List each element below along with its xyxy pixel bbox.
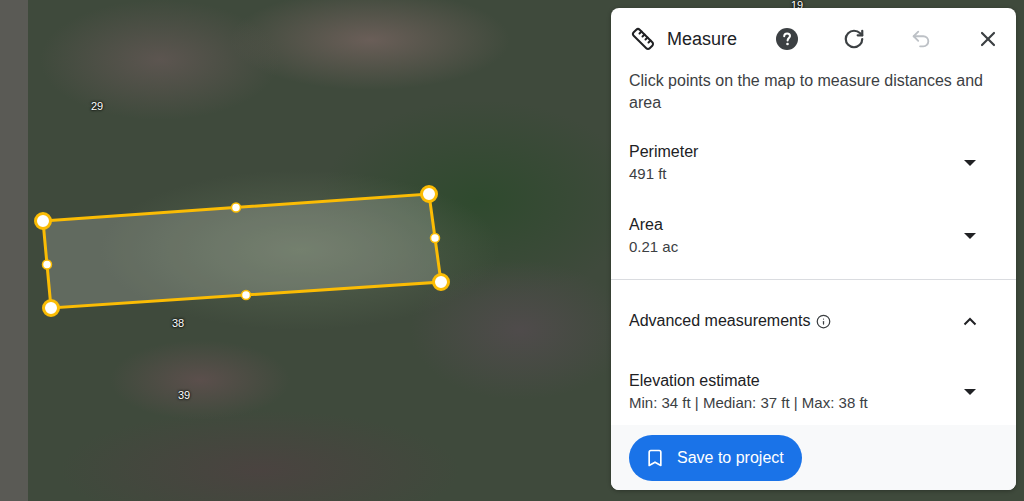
ruler-icon bbox=[631, 27, 655, 51]
metric-label: Elevation estimate bbox=[629, 370, 976, 392]
help-button[interactable] bbox=[767, 19, 807, 59]
chevron-up-icon bbox=[963, 317, 977, 326]
metric-value: 491 ft bbox=[629, 163, 976, 185]
vertex-handle[interactable] bbox=[422, 187, 437, 202]
expand-icon[interactable] bbox=[962, 228, 978, 244]
panel-footer: Save to project bbox=[611, 425, 1016, 490]
save-to-project-button[interactable]: Save to project bbox=[629, 435, 802, 481]
info-icon[interactable] bbox=[816, 314, 831, 329]
bookmark-icon bbox=[645, 448, 665, 468]
vertex-handle[interactable] bbox=[36, 214, 51, 229]
expand-icon[interactable] bbox=[962, 384, 978, 400]
house-number-label: 29 bbox=[89, 99, 105, 113]
metric-value: Min: 34 ft | Median: 37 ft | Max: 38 ft bbox=[629, 392, 976, 414]
undo-button[interactable] bbox=[901, 19, 941, 59]
caret-down-icon bbox=[964, 233, 976, 239]
house-number-label: 38 bbox=[170, 316, 186, 330]
advanced-measurements-row[interactable]: Advanced measurements bbox=[611, 280, 1016, 362]
panel-title: Measure bbox=[667, 27, 755, 51]
expand-icon[interactable] bbox=[962, 155, 978, 171]
undo-icon bbox=[910, 28, 932, 50]
midpoint-handle[interactable] bbox=[431, 234, 440, 243]
measured-area[interactable] bbox=[43, 194, 441, 308]
panel-header: Measure bbox=[611, 8, 1016, 70]
midpoint-handle[interactable] bbox=[43, 260, 52, 269]
close-button[interactable] bbox=[968, 19, 1008, 59]
help-icon bbox=[775, 27, 799, 51]
midpoint-handle[interactable] bbox=[242, 291, 251, 300]
collapse-icon[interactable] bbox=[962, 313, 978, 329]
refresh-button[interactable] bbox=[834, 19, 874, 59]
section-label: Advanced measurements bbox=[629, 310, 976, 332]
close-icon bbox=[976, 27, 1000, 51]
vertex-handle[interactable] bbox=[44, 301, 59, 316]
metric-row[interactable]: Perimeter491 ft bbox=[611, 126, 1016, 199]
divider bbox=[611, 279, 1016, 280]
metric-value: 0.21 ac bbox=[629, 236, 976, 258]
metric-label: Perimeter bbox=[629, 141, 976, 163]
vertex-handle[interactable] bbox=[434, 275, 449, 290]
measure-panel: Measure Click points on the map to measur… bbox=[611, 8, 1016, 490]
satellite-map[interactable]: 29383919MeasureClick points on the map t… bbox=[0, 0, 1024, 501]
house-number-label: 39 bbox=[176, 388, 192, 402]
caret-down-icon bbox=[964, 389, 976, 395]
metric-row[interactable]: Area0.21 ac bbox=[611, 199, 1016, 272]
instructions: Click points on the map to measure dista… bbox=[611, 70, 1016, 114]
metric-label: Area bbox=[629, 214, 976, 236]
refresh-icon bbox=[843, 28, 865, 50]
caret-down-icon bbox=[964, 160, 976, 166]
midpoint-handle[interactable] bbox=[232, 203, 241, 212]
elevation-row[interactable]: Elevation estimateMin: 34 ft | Median: 3… bbox=[611, 362, 1016, 421]
